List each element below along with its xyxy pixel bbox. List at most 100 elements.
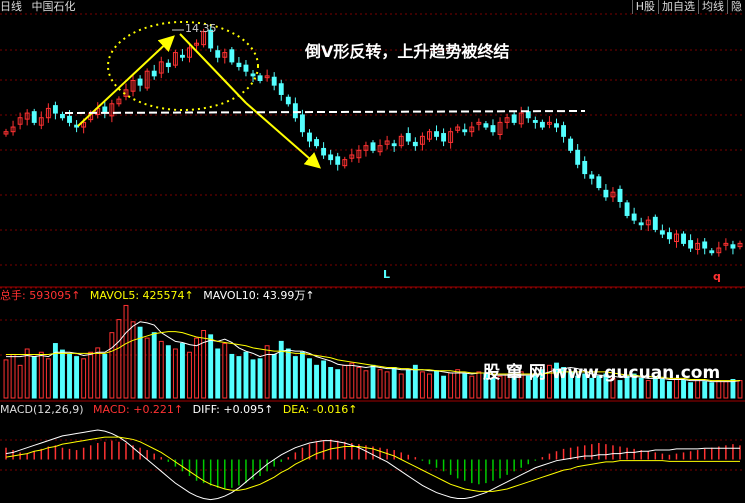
candle-body: [335, 156, 341, 165]
volume-bar: [299, 351, 305, 399]
volume-bar: [723, 381, 729, 399]
candle-body: [229, 49, 235, 63]
candle-body: [243, 64, 249, 72]
candle-body: [617, 188, 623, 202]
macd-params-label: MACD(12,26,9): [0, 403, 84, 416]
volume-bar: [215, 348, 221, 399]
candle-body: [659, 230, 665, 235]
mavol5-label: MAVOL5: 425574↑: [89, 289, 194, 302]
candle-body: [483, 123, 489, 128]
volume-bar: [391, 367, 397, 399]
candle-body: [624, 202, 630, 216]
candle-body: [60, 113, 65, 119]
volume-bar: [666, 381, 672, 399]
candle-body: [652, 216, 658, 230]
candle-body: [702, 241, 708, 249]
volume-bar: [356, 367, 362, 399]
volume-bar: [709, 382, 715, 399]
watermark: 股 窜 网 www.gucuan.com: [483, 363, 721, 383]
volume-bar: [208, 334, 214, 399]
volume-bar: [257, 358, 263, 399]
candle-body: [575, 149, 581, 165]
volume-bar: [455, 369, 461, 399]
volume-bar: [38, 351, 44, 399]
volume-bar: [398, 373, 404, 399]
candle-body: [462, 129, 468, 133]
candle-body: [532, 120, 538, 123]
volume-bar: [462, 373, 468, 399]
candle-body: [67, 115, 72, 123]
volume-bar: [116, 319, 122, 399]
marker-l: L: [383, 268, 391, 281]
volume-bar: [130, 321, 136, 399]
volume-bar: [702, 381, 708, 399]
volume-bar: [45, 358, 51, 399]
volume-bar: [278, 340, 284, 399]
candle-body: [511, 114, 517, 123]
volume-bar: [730, 378, 736, 399]
stock-chart: [0, 13, 745, 501]
volume-bar: [645, 380, 651, 399]
candle-body: [292, 103, 298, 119]
candle-body: [271, 76, 277, 86]
volume-bar: [180, 343, 185, 399]
volume-bar: [271, 353, 277, 399]
candle-body: [441, 133, 447, 142]
volume-bar: [681, 380, 686, 399]
peak-price-label: 14.35: [185, 22, 217, 35]
candle-body: [539, 121, 545, 128]
candle-body: [236, 62, 242, 68]
volume-bar: [469, 375, 475, 399]
candle-body: [165, 62, 171, 68]
candle-body: [688, 240, 694, 249]
volume-bar: [363, 370, 369, 399]
candle-body: [405, 133, 411, 142]
candle-body: [314, 139, 319, 147]
candle-body: [561, 125, 566, 137]
candle-body: [490, 125, 496, 133]
candle-body: [554, 123, 559, 128]
volume-bar: [24, 348, 30, 399]
volume-bar: [448, 372, 454, 399]
candle-body: [52, 105, 58, 114]
volume-bar: [158, 340, 164, 399]
volume-bar: [187, 351, 192, 399]
candle-body: [250, 73, 256, 77]
macd-value-label: MACD: +0.221↑: [93, 403, 184, 416]
candle-body: [638, 222, 644, 226]
macd-legend: MACD(12,26,9) MACD: +0.221↑ DIFF: +0.095…: [0, 403, 363, 417]
volume-bar: [172, 348, 178, 399]
volume-bar: [370, 364, 376, 399]
grid-lines: [0, 13, 745, 471]
neckline: [64, 110, 586, 114]
volume-bar: [434, 370, 439, 399]
volume-bar: [405, 369, 411, 399]
candle-body: [568, 138, 574, 151]
volume-bar: [102, 353, 108, 399]
candle-body: [180, 54, 185, 58]
volume-bar: [109, 332, 115, 399]
mavol10-label: MAVOL10: 43.99万↑: [203, 289, 315, 302]
candle-body: [391, 143, 397, 147]
volume-bar: [88, 351, 94, 399]
volume-bar: [236, 356, 242, 399]
candle-body: [603, 189, 609, 198]
volume-bar: [194, 337, 199, 399]
volume-bar: [737, 380, 743, 399]
candle-body: [412, 141, 418, 147]
candle-body: [328, 154, 334, 161]
candle-body: [285, 96, 291, 105]
macd-histogram: [5, 439, 741, 490]
volume-bar: [314, 364, 319, 399]
volume-bar: [441, 375, 447, 399]
candle-body: [278, 83, 284, 95]
volume-bar: [201, 329, 207, 399]
candle-body: [370, 142, 376, 151]
volume-bar: [349, 362, 355, 399]
marker-q: q: [713, 270, 721, 283]
candle-body: [257, 75, 263, 81]
volume-bar: [165, 345, 171, 399]
volume-bar: [10, 353, 16, 399]
volume-bar: [60, 349, 65, 399]
candle-body: [299, 114, 305, 133]
